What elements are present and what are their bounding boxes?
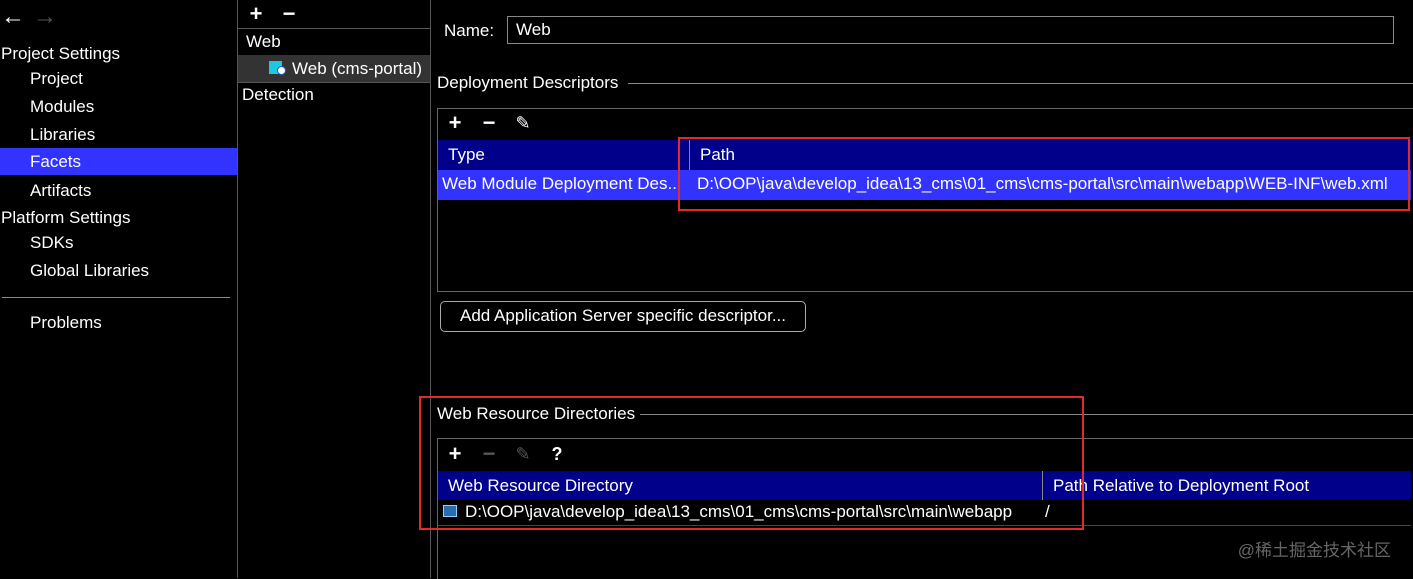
tree-group-web[interactable]: Web (246, 29, 281, 54)
edit-pencil-icon[interactable]: ✎ (510, 441, 536, 467)
section-divider (640, 414, 1413, 415)
wr-row-dir: D:\OOP\java\develop_idea\13_cms\01_cms\c… (465, 502, 1013, 521)
tree-item-detection[interactable]: Detection (242, 82, 314, 107)
watermark: @稀土掘金技术社区 (1237, 541, 1391, 560)
add-server-descriptor-button[interactable]: Add Application Server specific descript… (440, 301, 806, 332)
deployment-descriptors-table (437, 108, 1413, 292)
back-arrow-icon[interactable]: ← (0, 3, 26, 30)
col-web-resource-dir-header[interactable]: Web Resource Directory (448, 471, 633, 501)
nav-item-global-libraries[interactable]: Global Libraries (0, 257, 237, 284)
nav-item-facets[interactable]: Facets (0, 148, 237, 175)
table-row[interactable]: Web Module Deployment Des... D:\OOP\java… (438, 170, 1411, 200)
name-field[interactable] (507, 16, 1394, 44)
edit-pencil-icon[interactable]: ✎ (510, 110, 536, 136)
nav-item-artifacts[interactable]: Artifacts (0, 177, 237, 204)
globe-icon (277, 66, 286, 75)
nav-item-problems[interactable]: Problems (0, 309, 237, 336)
tree-item-label: Web (cms-portal) (292, 59, 423, 78)
deployment-descriptors-title: Deployment Descriptors (437, 73, 619, 92)
add-facet-icon[interactable]: + (243, 1, 269, 27)
platform-settings-header: Platform Settings (1, 208, 131, 227)
forward-arrow-icon[interactable]: → (32, 3, 58, 30)
settings-nav-panel: ← → Project Settings Project Modules Lib… (0, 0, 238, 578)
remove-facet-icon[interactable]: − (276, 1, 302, 27)
web-folder-icon (443, 505, 457, 517)
wr-row-rel: / (1045, 502, 1050, 521)
col-relative-path-header[interactable]: Path Relative to Deployment Root (1053, 471, 1309, 501)
add-resource-dir-icon[interactable]: + (442, 441, 468, 467)
nav-item-project[interactable]: Project (0, 65, 237, 92)
add-descriptor-icon[interactable]: + (442, 110, 468, 136)
dd-table-header: Type Path (438, 140, 1411, 170)
wr-table-header: Web Resource Directory Path Relative to … (438, 471, 1411, 501)
dd-row-path: D:\OOP\java\develop_idea\13_cms\01_cms\c… (697, 174, 1388, 193)
remove-descriptor-icon[interactable]: − (476, 110, 502, 136)
col-path-header[interactable]: Path (700, 140, 735, 170)
dd-row-type: Web Module Deployment Des... (442, 174, 680, 193)
tree-item-web-cms-portal[interactable]: Web (cms-portal) (238, 55, 430, 82)
divider (438, 525, 1411, 526)
nav-item-modules[interactable]: Modules (0, 93, 237, 120)
help-icon[interactable]: ? (544, 441, 570, 467)
nav-item-sdks[interactable]: SDKs (0, 229, 237, 256)
section-divider (628, 83, 1413, 84)
column-separator (689, 140, 690, 170)
nav-divider (2, 297, 230, 298)
nav-item-libraries[interactable]: Libraries (0, 121, 237, 148)
table-row[interactable]: D:\OOP\java\develop_idea\13_cms\01_cms\c… (438, 500, 1411, 525)
web-resource-directories-title: Web Resource Directories (437, 404, 636, 423)
name-label: Name: (444, 21, 495, 40)
project-settings-header: Project Settings (1, 44, 121, 63)
remove-resource-dir-icon[interactable]: − (476, 441, 502, 467)
col-type-header[interactable]: Type (448, 140, 485, 170)
